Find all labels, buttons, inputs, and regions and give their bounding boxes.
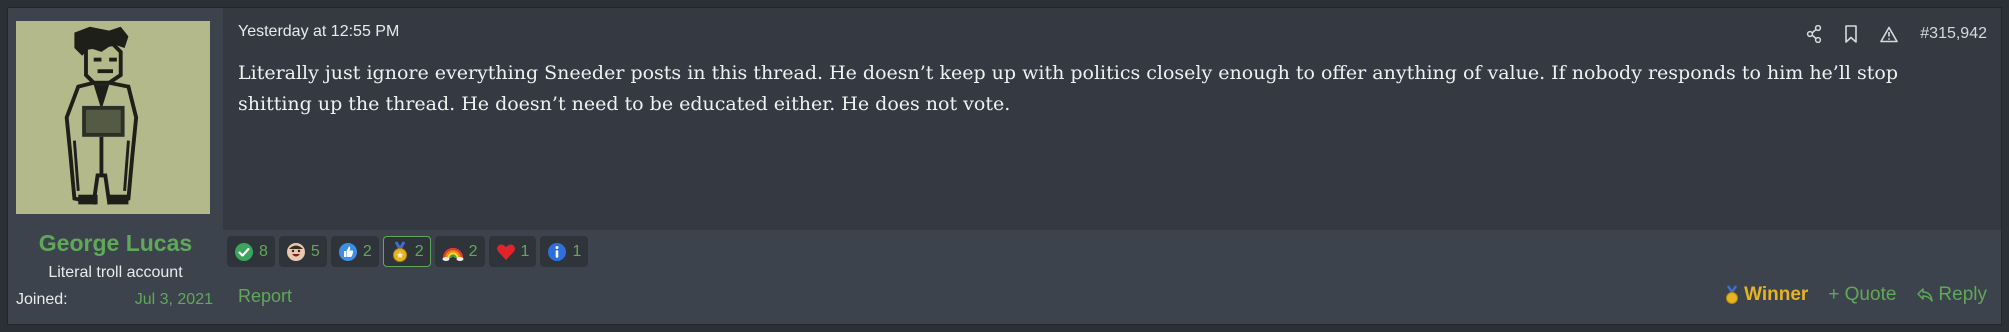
- joined-label: Joined:: [16, 291, 68, 308]
- reaction-info[interactable]: 1: [540, 236, 589, 267]
- post-container: George Lucas Literal troll account Joine…: [7, 7, 2002, 325]
- reaction-laughing-face[interactable]: 5: [278, 236, 327, 267]
- reply-button[interactable]: Reply: [1916, 284, 1987, 306]
- post-number[interactable]: #315,942: [1920, 25, 1987, 43]
- post-actions: #315,942: [1806, 23, 1987, 45]
- quote-label: + Quote: [1828, 284, 1897, 305]
- post-footer: 8 5 2 2 2 1 1 Report Winner + Quote Repl…: [223, 230, 2001, 324]
- laughing-face-icon: [286, 242, 305, 261]
- reactions-bar: 8 5 2 2 2 1 1: [227, 236, 589, 267]
- medal-icon: [1726, 285, 1739, 304]
- joined-date: Jul 3, 2021: [134, 291, 213, 308]
- checkmark-icon: [235, 242, 253, 261]
- reaction-medal[interactable]: 2: [382, 236, 431, 267]
- user-title: Literal troll account: [48, 264, 183, 281]
- reaction-count: 2: [414, 242, 424, 260]
- medal-icon: [392, 240, 407, 262]
- reaction-count: 2: [468, 242, 478, 260]
- reaction-count: 1: [572, 242, 582, 260]
- info-icon: [548, 242, 567, 261]
- report-warning-icon[interactable]: [1880, 26, 1899, 43]
- reaction-count: 8: [259, 242, 268, 260]
- reaction-rainbow[interactable]: 2: [434, 236, 485, 267]
- reaction-thumbs-up[interactable]: 2: [330, 236, 379, 267]
- reply-label: Reply: [1938, 284, 1987, 305]
- reaction-count: 5: [310, 242, 320, 260]
- reaction-checkmark[interactable]: 8: [227, 236, 275, 267]
- bookmark-icon[interactable]: [1844, 25, 1858, 43]
- user-info-panel: George Lucas Literal troll account Joine…: [8, 8, 223, 324]
- share-icon[interactable]: [1806, 25, 1822, 43]
- rainbow-icon: [442, 247, 464, 261]
- avatar-pixel-art-icon: [16, 21, 210, 214]
- report-link[interactable]: Report: [238, 286, 292, 307]
- reaction-heart[interactable]: 1: [488, 236, 537, 267]
- post-timestamp[interactable]: Yesterday at 12:55 PM: [238, 23, 399, 41]
- username[interactable]: George Lucas: [8, 230, 223, 257]
- quote-button[interactable]: + Quote: [1828, 284, 1896, 306]
- post-body: Literally just ignore everything Sneeder…: [238, 62, 1899, 115]
- reply-arrow-icon: [1917, 288, 1934, 302]
- post-main: Yesterday at 12:55 PM #315,942 Literally…: [223, 8, 2001, 230]
- winner-label: Winner: [1744, 284, 1809, 305]
- reaction-count: 2: [362, 242, 372, 260]
- winner-button[interactable]: Winner: [1724, 284, 1808, 306]
- heart-icon: [496, 244, 515, 260]
- thumbs-up-icon: [338, 242, 357, 261]
- footer-actions: Winner + Quote Reply: [1724, 284, 1987, 306]
- reaction-count: 1: [520, 242, 530, 260]
- avatar[interactable]: [16, 21, 210, 214]
